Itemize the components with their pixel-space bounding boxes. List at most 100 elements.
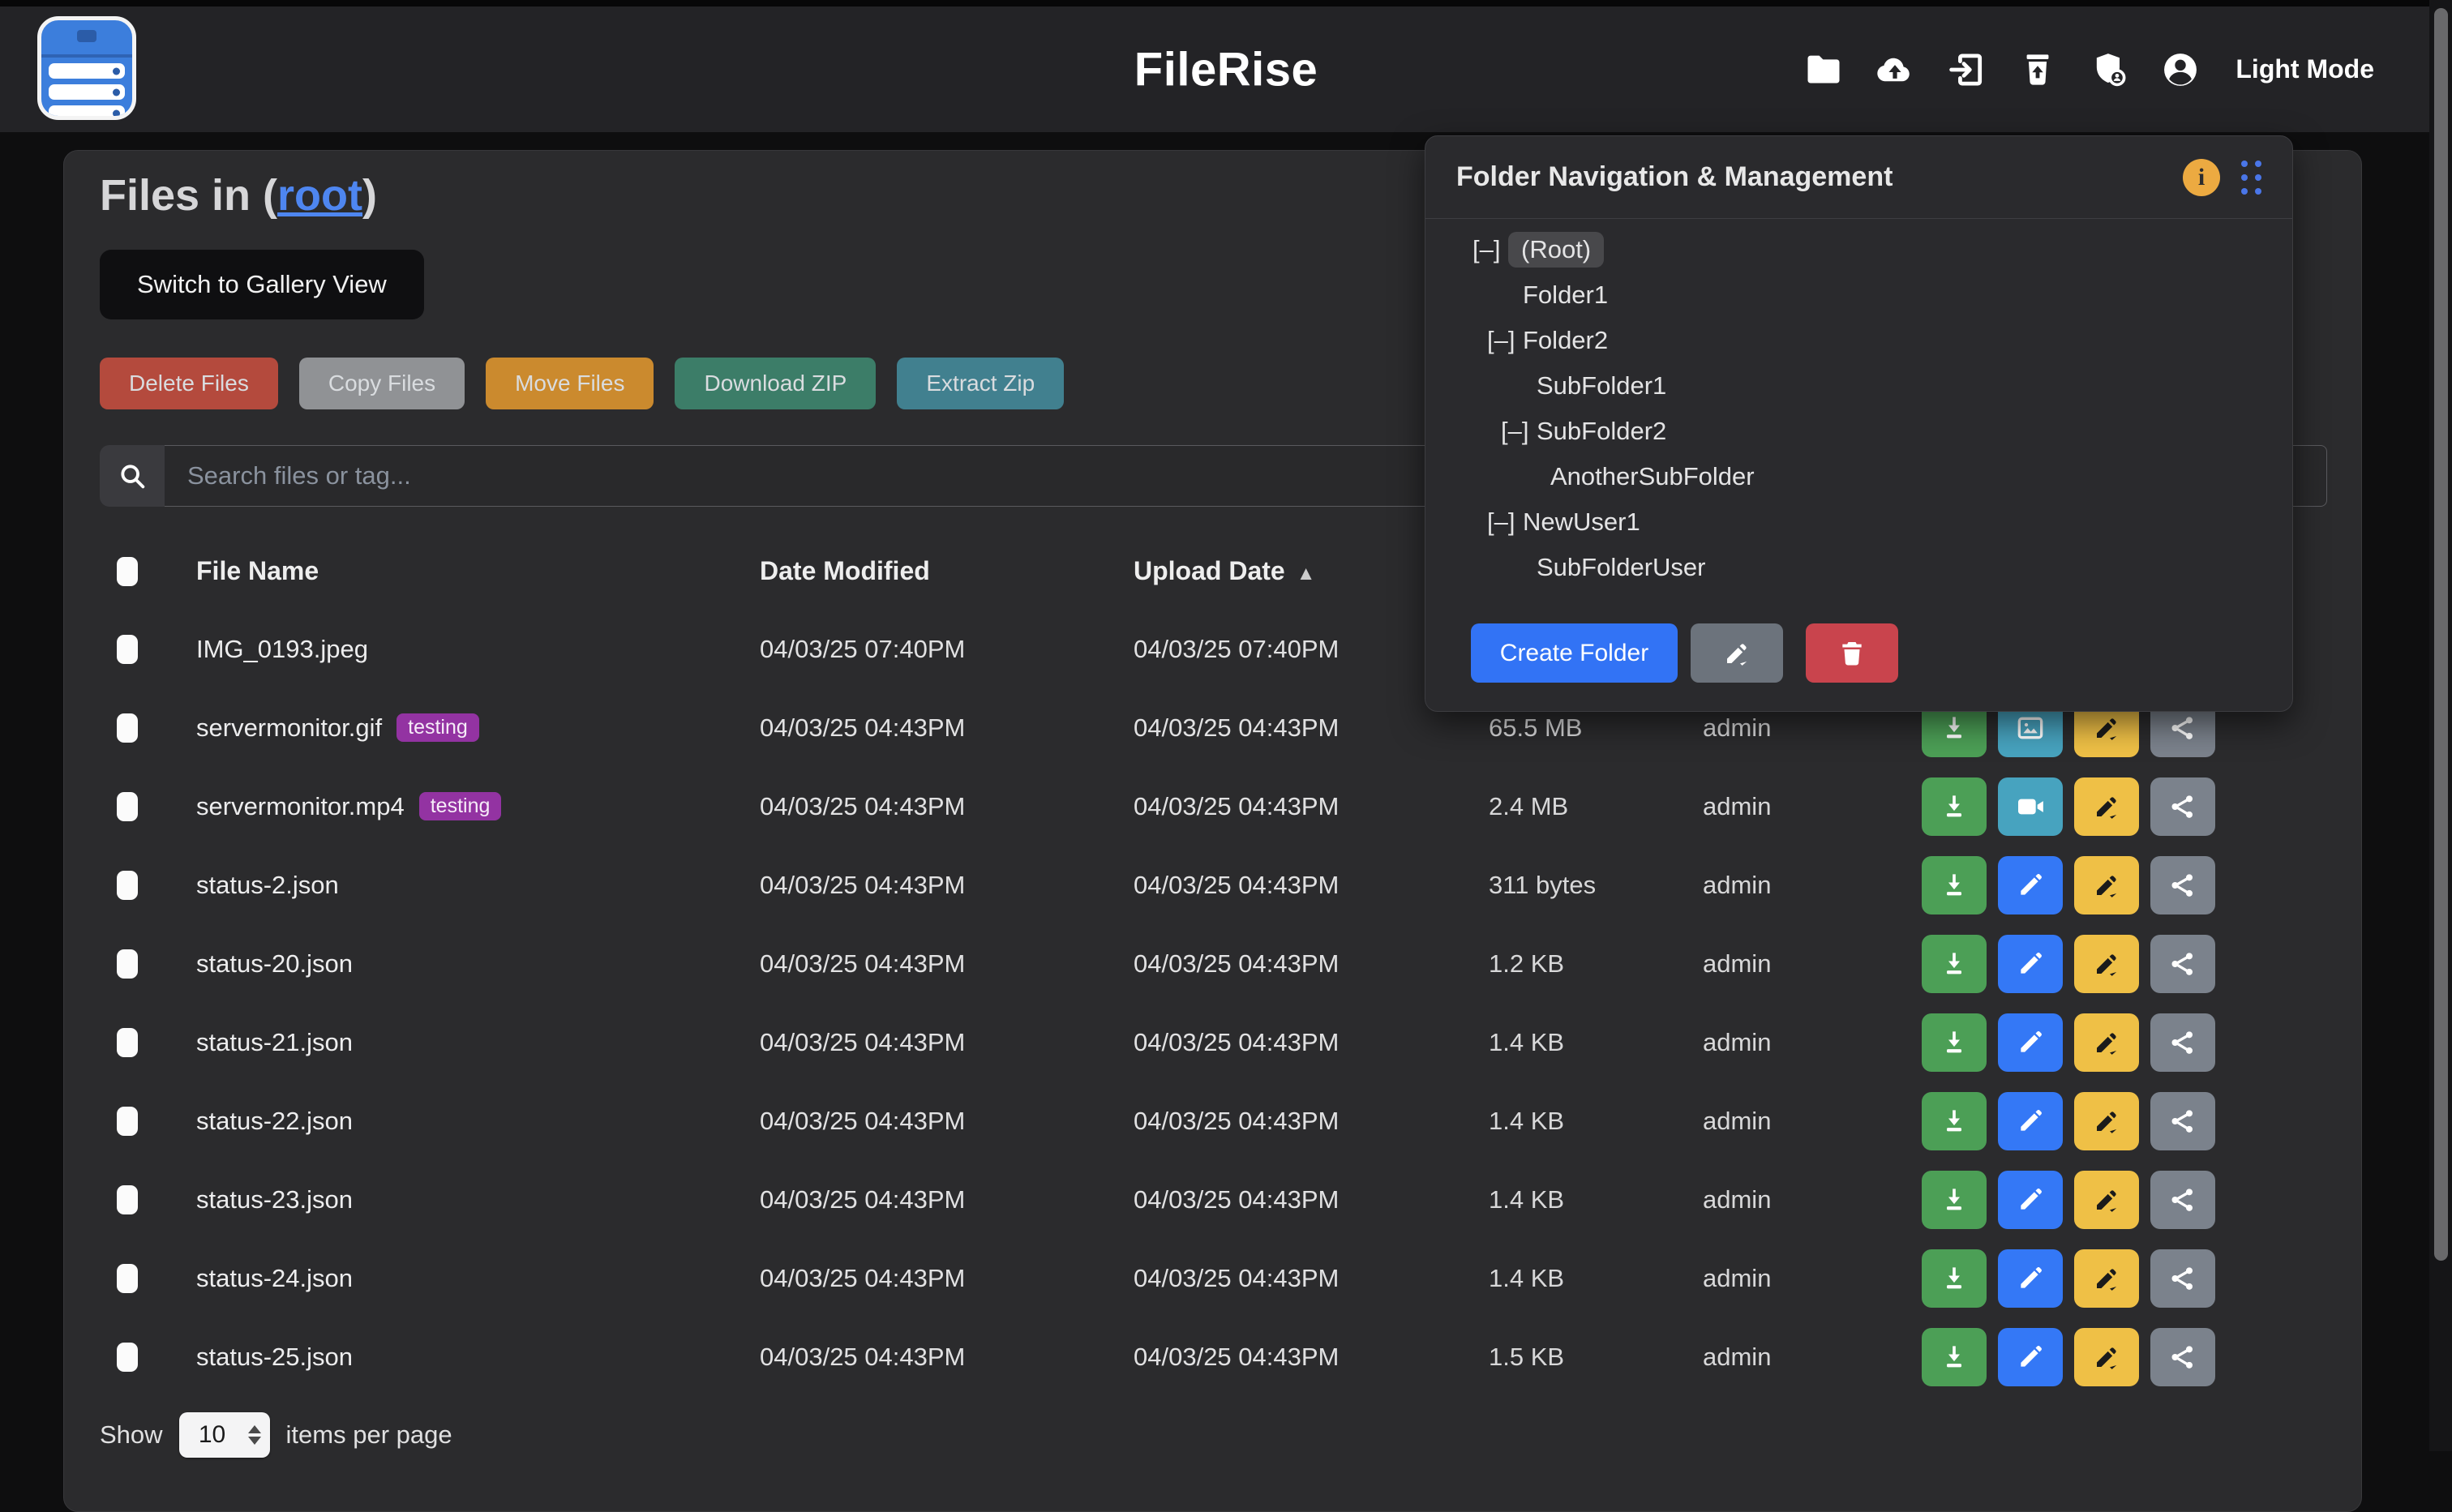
folder-label[interactable]: Folder2 [1523,326,1608,355]
column-header-file-name[interactable]: File Name [196,556,760,586]
column-header-date-modified[interactable]: Date Modified [760,556,1134,586]
info-icon[interactable]: i [2183,159,2220,196]
share-button[interactable] [2150,856,2215,914]
file-tag-badge: testing [419,792,502,820]
row-checkbox[interactable] [117,1107,138,1136]
row-checkbox[interactable] [117,792,138,821]
folder-tree-item[interactable]: [–](Root) [1425,227,2292,272]
delete-files-button[interactable]: Delete Files [100,358,278,409]
file-size: 2.4 MB [1489,792,1703,821]
row-checkbox[interactable] [117,1185,138,1214]
edit-file-button[interactable] [1998,1249,2063,1308]
rename-button[interactable] [2074,935,2139,993]
drag-handle-icon[interactable] [2241,161,2261,195]
rename-button[interactable] [2074,1249,2139,1308]
file-name: status-25.json [196,1343,353,1372]
share-button[interactable] [2150,1171,2215,1229]
switch-gallery-view-button[interactable]: Switch to Gallery View [100,250,424,319]
folder-icon[interactable] [1801,47,1846,92]
download-button[interactable] [1922,935,1987,993]
row-checkbox[interactable] [117,1264,138,1293]
share-button[interactable] [2150,1249,2215,1308]
rename-button[interactable] [2074,1171,2139,1229]
rename-folder-button[interactable] [1691,623,1783,683]
zip-files-button[interactable]: Download ZIP [675,358,876,409]
root-folder-link[interactable]: root [277,171,362,220]
folder-label[interactable]: Folder1 [1523,281,1608,310]
folder-label[interactable]: (Root) [1508,232,1604,268]
upload-date: 04/03/25 04:43PM [1134,713,1489,743]
app-logo[interactable] [37,16,136,120]
account-icon[interactable] [2158,47,2203,92]
row-checkbox[interactable] [117,1343,138,1372]
folder-tree-item[interactable]: SubFolderUser [1425,545,2292,590]
folder-label[interactable]: AnotherSubFolder [1550,462,1755,491]
folder-label[interactable]: SubFolder1 [1537,371,1666,400]
row-checkbox[interactable] [117,949,138,979]
folder-label[interactable]: SubFolderUser [1537,553,1705,582]
download-button[interactable] [1922,1092,1987,1150]
file-name: servermonitor.mp4 [196,792,405,821]
collapse-toggle[interactable]: [–] [1472,235,1508,264]
date-modified: 04/03/25 04:43PM [760,1107,1134,1136]
row-checkbox[interactable] [117,1028,138,1057]
collapse-toggle[interactable]: [–] [1487,508,1523,537]
select-stepper-icon [246,1425,270,1445]
folder-tree-item[interactable]: AnotherSubFolder [1425,454,2292,499]
scrollbar-track[interactable] [2429,0,2452,1451]
rename-button[interactable] [2074,1013,2139,1072]
move-files-button[interactable]: Move Files [486,358,654,409]
download-button[interactable] [1922,856,1987,914]
collapse-toggle[interactable]: [–] [1487,326,1523,355]
rename-button[interactable] [2074,777,2139,836]
create-folder-button[interactable]: Create Folder [1471,623,1678,683]
share-button[interactable] [2150,1092,2215,1150]
user-shield-icon[interactable] [2086,47,2132,92]
folder-label[interactable]: SubFolder2 [1537,417,1666,446]
extract-files-button[interactable]: Extract Zip [897,358,1064,409]
restore-trash-icon[interactable] [2015,47,2060,92]
row-checkbox[interactable] [117,635,138,664]
search-icon [100,445,165,507]
download-button[interactable] [1922,1249,1987,1308]
rename-button[interactable] [2074,1092,2139,1150]
row-checkbox[interactable] [117,713,138,743]
collapse-toggle[interactable]: [–] [1501,417,1537,446]
rename-button[interactable] [2074,856,2139,914]
sort-ascending-icon: ▲ [1297,563,1316,585]
folder-tree-item[interactable]: SubFolder1 [1425,363,2292,409]
video-preview-button[interactable] [1998,777,2063,836]
edit-file-button[interactable] [1998,1171,2063,1229]
cloud-upload-icon[interactable] [1872,47,1918,92]
uploader: admin [1703,871,1922,900]
table-row: status-23.json04/03/25 04:43PM04/03/25 0… [64,1160,2361,1239]
file-size: 1.4 KB [1489,1264,1703,1293]
share-button[interactable] [2150,1013,2215,1072]
edit-file-button[interactable] [1998,935,2063,993]
folder-tree-item[interactable]: [–]SubFolder2 [1425,409,2292,454]
folder-tree-item[interactable]: [–]Folder2 [1425,318,2292,363]
logout-icon[interactable] [1944,47,1989,92]
scrollbar-thumb[interactable] [2434,8,2448,1261]
edit-file-button[interactable] [1998,1013,2063,1072]
download-button[interactable] [1922,1013,1987,1072]
row-checkbox[interactable] [117,871,138,900]
download-button[interactable] [1922,1328,1987,1386]
share-button[interactable] [2150,1328,2215,1386]
select-all-checkbox[interactable] [117,557,138,586]
file-tag-badge: testing [397,713,479,742]
delete-folder-button[interactable] [1806,623,1898,683]
rename-button[interactable] [2074,1328,2139,1386]
share-button[interactable] [2150,777,2215,836]
edit-file-button[interactable] [1998,856,2063,914]
folder-tree-item[interactable]: Folder1 [1425,272,2292,318]
download-button[interactable] [1922,777,1987,836]
light-mode-toggle[interactable]: Light Mode [2236,54,2374,84]
share-button[interactable] [2150,935,2215,993]
copy-files-button[interactable]: Copy Files [299,358,465,409]
edit-file-button[interactable] [1998,1092,2063,1150]
download-button[interactable] [1922,1171,1987,1229]
edit-file-button[interactable] [1998,1328,2063,1386]
folder-label[interactable]: NewUser1 [1523,508,1640,537]
folder-tree-item[interactable]: [–]NewUser1 [1425,499,2292,545]
